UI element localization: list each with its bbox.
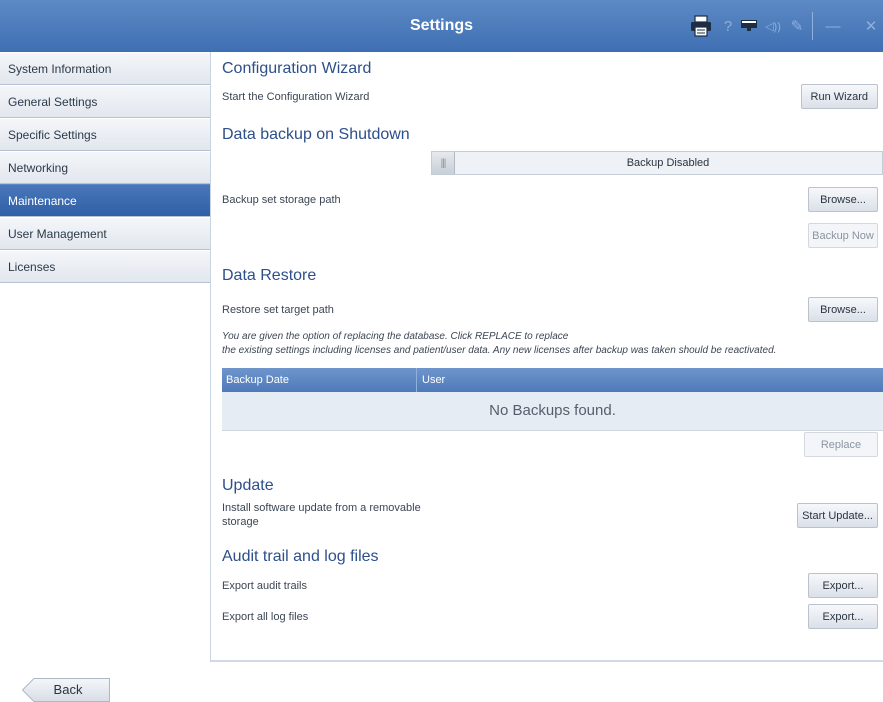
backup-storage-path-label: Backup set storage path	[222, 194, 341, 206]
table-empty-message: No Backups found.	[222, 392, 883, 431]
run-wizard-button[interactable]: Run Wizard	[800, 84, 878, 109]
sidebar: System Information General Settings Spec…	[0, 52, 211, 662]
panel-bottom-divider	[211, 660, 883, 662]
configuration-wizard-title: Configuration Wizard	[222, 60, 372, 77]
restore-browse-button[interactable]: Browse...	[808, 297, 878, 322]
restore-target-path-label: Restore set target path	[222, 304, 334, 316]
minimize-icon[interactable]: —	[822, 15, 844, 37]
sidebar-item-general-settings[interactable]: General Settings	[0, 85, 210, 118]
toggle-handle-icon[interactable]: |||	[432, 152, 455, 174]
column-header-user[interactable]: User	[418, 368, 445, 392]
sidebar-item-user-management[interactable]: User Management	[0, 217, 210, 250]
printer-icon[interactable]	[688, 15, 714, 37]
export-audit-trails-label: Export audit trails	[222, 580, 307, 592]
tools-icon[interactable]: ✎	[788, 15, 806, 37]
volume-icon[interactable]: ◁))	[762, 15, 784, 37]
backup-now-button[interactable]: Backup Now	[808, 223, 878, 248]
export-log-files-label: Export all log files	[222, 611, 309, 623]
sidebar-item-specific-settings[interactable]: Specific Settings	[0, 118, 210, 151]
restore-note-line-2: the existing settings including licenses…	[222, 345, 777, 356]
backup-toggle-label: Backup Disabled	[626, 157, 710, 169]
sidebar-item-maintenance[interactable]: Maintenance	[0, 184, 210, 217]
data-restore-title: Data Restore	[222, 267, 317, 284]
update-description-line-2: storage	[222, 516, 259, 528]
column-divider	[416, 368, 417, 392]
audit-trail-title: Audit trail and log files	[222, 548, 379, 565]
sidebar-item-licenses[interactable]: Licenses	[0, 250, 210, 283]
export-audit-trails-button[interactable]: Export...	[808, 573, 878, 598]
data-backup-title: Data backup on Shutdown	[222, 126, 410, 143]
back-button[interactable]: Back	[22, 678, 110, 702]
restore-note-line-1: You are given the option of replacing th…	[222, 331, 569, 342]
backup-browse-button[interactable]: Browse...	[808, 187, 878, 212]
configuration-wizard-description: Start the Configuration Wizard	[222, 91, 370, 103]
update-description-line-1: Install software update from a removable	[222, 502, 421, 514]
export-log-files-button[interactable]: Export...	[808, 604, 878, 629]
maintenance-panel: Configuration Wizard Start the Configura…	[211, 52, 883, 662]
table-header: Backup Date User	[222, 368, 883, 392]
replace-button[interactable]: Replace	[804, 432, 878, 457]
display-icon[interactable]	[738, 15, 760, 37]
title-bar: Settings ? ◁)) ✎ — ✕	[0, 0, 883, 52]
sidebar-item-networking[interactable]: Networking	[0, 151, 210, 184]
sidebar-item-system-information[interactable]: System Information	[0, 52, 210, 85]
backup-toggle[interactable]: ||| Backup Disabled	[431, 151, 883, 175]
start-update-button[interactable]: Start Update...	[797, 503, 878, 528]
backups-table: Backup Date User No Backups found.	[222, 368, 883, 431]
update-title: Update	[222, 477, 274, 494]
close-icon[interactable]: ✕	[860, 15, 882, 37]
column-header-backup-date[interactable]: Backup Date	[222, 368, 289, 392]
toolbar-divider	[812, 12, 813, 40]
help-icon[interactable]: ?	[720, 15, 736, 37]
back-button-label: Back	[53, 682, 83, 697]
